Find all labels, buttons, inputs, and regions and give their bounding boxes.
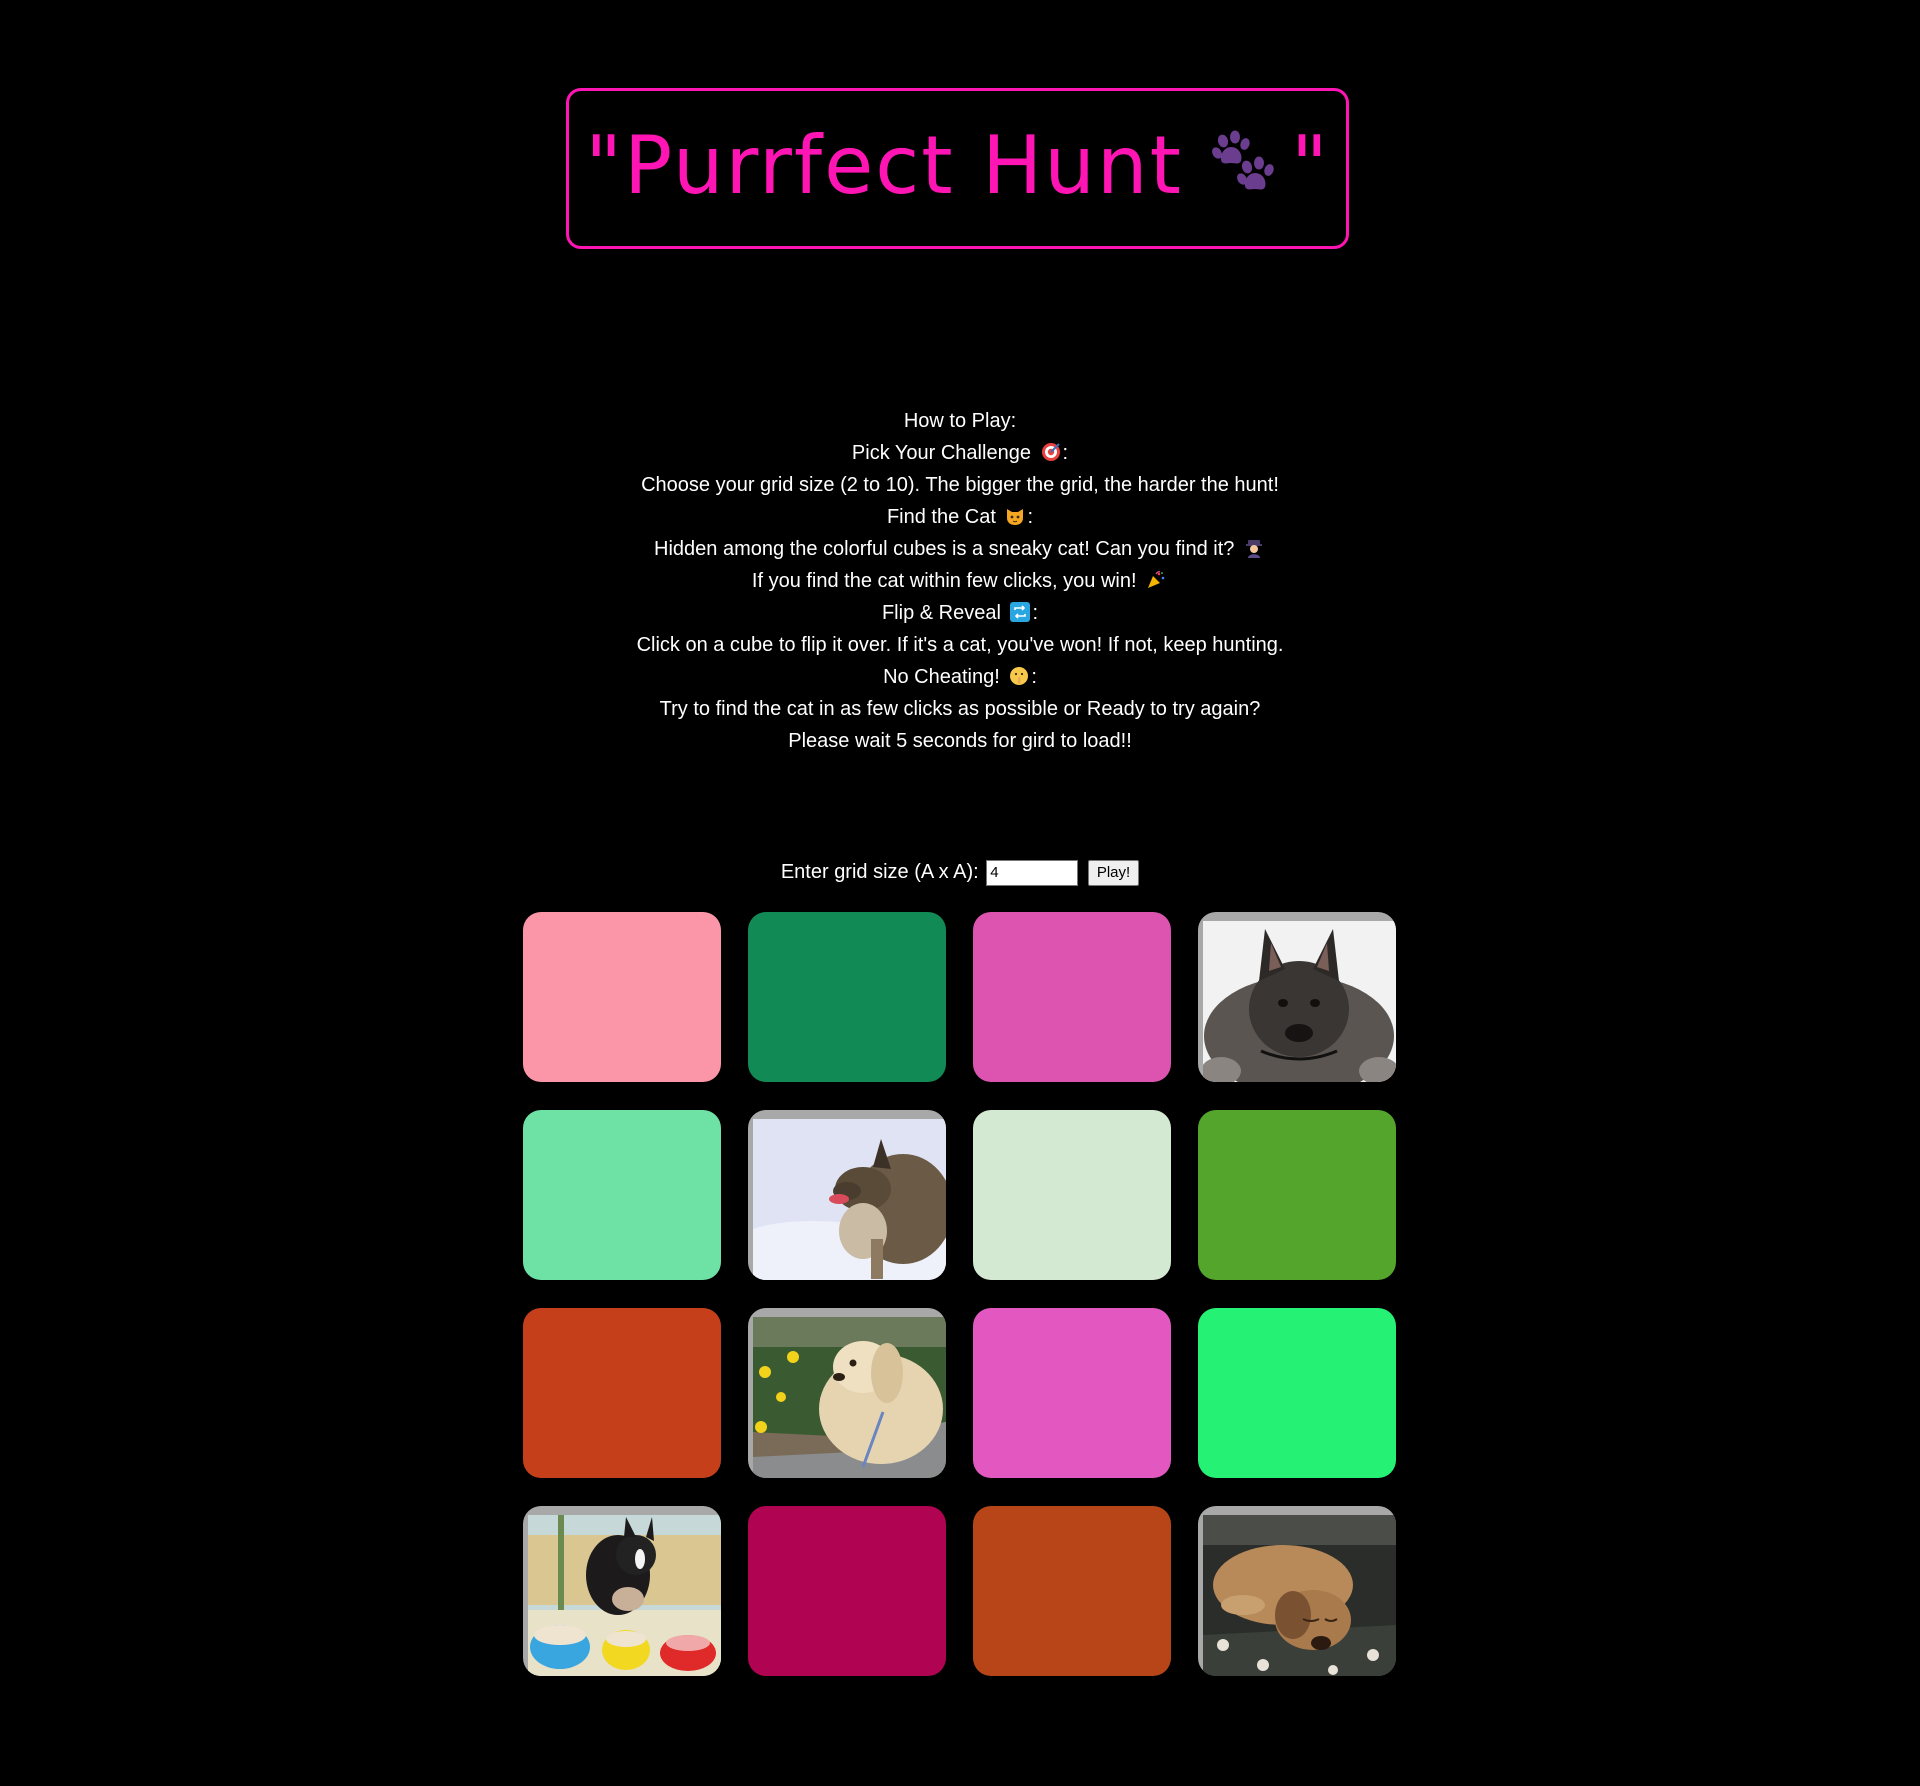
cube-revealed-dog[interactable] [1198,912,1396,1082]
instruction-line: Find the Cat : [0,501,1920,533]
instruction-line: Flip & Reveal : [0,597,1920,629]
cube-hidden[interactable] [973,1308,1171,1478]
cube-grid [523,912,1396,1676]
cube-hidden[interactable] [523,912,721,1082]
instruction-text: Flip & Reveal [881,602,1001,624]
paw-prints-icon [1209,125,1279,218]
cube-hidden[interactable] [973,912,1171,1082]
repeat-arrows-icon [1010,600,1031,622]
grid-size-label: Enter grid size (A x A): [780,861,979,883]
instruction-suffix: : [1032,602,1039,624]
cube-hidden[interactable] [523,1110,721,1280]
title-banner: "Purrfect Hunt " [566,88,1349,249]
cube-revealed-dog[interactable] [523,1506,721,1676]
instruction-text: Pick Your Challenge [851,442,1031,464]
instruction-suffix: : [1062,442,1069,464]
cube-revealed-dog[interactable] [1198,1506,1396,1676]
instruction-text: Try to find the cat in as few clicks as … [659,698,1261,720]
dog-photo-cocker-spaniel [753,1317,946,1478]
instruction-text: If you find the cat within few clicks, y… [751,570,1137,592]
dog-photo-snow-dog [753,1119,946,1280]
cube-hidden[interactable] [748,912,946,1082]
instruction-text: Click on a cube to flip it over. If it's… [636,634,1284,656]
grid-size-input[interactable] [986,859,1079,886]
detective-icon [1244,536,1264,558]
shushing-face-icon [1009,664,1029,685]
grid-size-controls: Enter grid size (A x A): Play! [0,857,1920,887]
title-open-quote: " [585,119,624,213]
cube-hidden[interactable] [1198,1110,1396,1280]
title-text: Purrfect Hunt [623,119,1183,213]
instruction-text: No Cheating! [883,666,1000,688]
cube-hidden[interactable] [973,1110,1171,1280]
cube-hidden[interactable] [973,1506,1171,1676]
instruction-line: Try to find the cat in as few clicks as … [0,693,1920,725]
cube-hidden[interactable] [523,1308,721,1478]
instruction-line: No Cheating! : [0,661,1920,693]
title-close-quote: " [1291,119,1330,213]
instruction-text: Please wait 5 seconds for gird to load!! [788,730,1132,752]
instruction-text: Hidden among the colorful cubes is a sne… [654,538,1235,560]
dog-photo-black-puppy [1203,921,1396,1082]
instruction-suffix: : [1027,506,1034,528]
instruction-line: Pick Your Challenge : [0,437,1920,469]
how-to-play-heading: How to Play: [903,410,1017,432]
cat-face-icon [1005,504,1025,525]
cube-revealed-dog[interactable] [748,1110,946,1280]
instruction-suffix: : [1031,666,1037,688]
instruction-line: Click on a cube to flip it over. If it's… [0,629,1920,661]
how-to-play-section: How to Play: Pick Your Challenge : Choos… [0,405,1920,757]
instruction-text: Find the Cat [886,506,996,528]
dog-photo-boston-terrier [528,1515,721,1676]
cube-hidden[interactable] [1198,1308,1396,1478]
instruction-line: Choose your grid size (2 to 10). The big… [0,469,1920,501]
instruction-text: Choose your grid size (2 to 10). The big… [641,474,1279,496]
cube-hidden[interactable] [748,1506,946,1676]
play-button[interactable]: Play! [1087,859,1140,886]
cube-revealed-dog[interactable] [748,1308,946,1478]
instruction-line: Hidden among the colorful cubes is a sne… [0,533,1920,565]
target-icon [1041,440,1061,461]
instruction-line: If you find the cat within few clicks, y… [0,565,1920,597]
dog-photo-sleeping-puppy [1203,1515,1396,1676]
party-popper-icon [1146,568,1166,588]
page-title: "Purrfect Hunt " [585,119,1330,218]
instruction-line: Please wait 5 seconds for gird to load!! [0,725,1920,757]
